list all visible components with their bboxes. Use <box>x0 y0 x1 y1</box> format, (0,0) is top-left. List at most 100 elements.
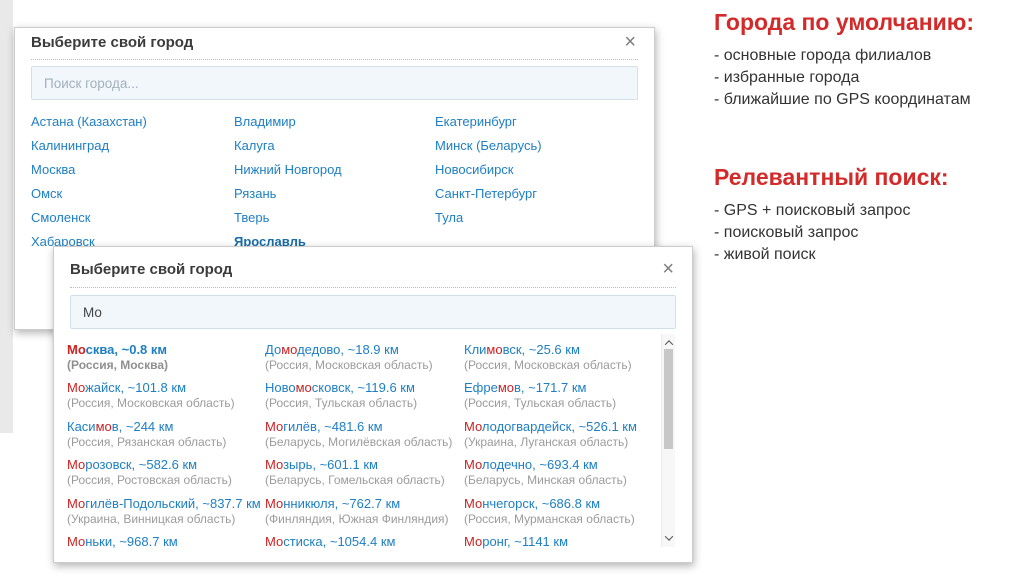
result-city-link[interactable]: Мончегорск, ~686.8 км <box>464 496 637 512</box>
result-city-link[interactable]: Мозырь, ~601.1 км <box>265 457 452 473</box>
search-result-item: Молодечно, ~693.4 км(Беларусь, Минская о… <box>464 457 637 488</box>
query-match-highlight: мо <box>96 419 112 434</box>
query-match-highlight: Мо <box>67 342 86 357</box>
result-city-link[interactable]: Новомосковск, ~119.6 км <box>265 380 452 396</box>
city-link[interactable]: Минск (Беларусь) <box>435 134 542 158</box>
result-region: (Беларусь, Гомельская область) <box>265 473 452 488</box>
city-name-prefix: Кли <box>464 342 486 357</box>
result-city-link[interactable]: Молодечно, ~693.4 км <box>464 457 637 473</box>
close-icon[interactable]: × <box>622 33 638 51</box>
panel-heading: Города по умолчанию: <box>714 8 1016 36</box>
search-results-list: Москва, ~0.8 км(Россия, Москва)Можайск, … <box>54 342 692 562</box>
result-city-link[interactable]: Можайск, ~101.8 км <box>67 380 261 396</box>
city-name-suffix-distance: стиска, ~1054.4 км <box>283 534 395 549</box>
search-result-item: Молодогвардейск, ~526.1 км(Украина, Луга… <box>464 419 637 450</box>
query-match-highlight: Мо <box>464 496 482 511</box>
result-city-link[interactable]: Домодедово, ~18.9 км <box>265 342 452 358</box>
scrollbar-thumb[interactable] <box>664 349 673 449</box>
panel-heading: Релевантный поиск: <box>714 163 1016 191</box>
result-city-link[interactable]: Монникюля, ~762.7 км <box>265 496 452 512</box>
result-city-link[interactable]: Моньки, ~968.7 км <box>67 534 261 550</box>
city-search-input[interactable] <box>31 66 638 100</box>
result-city-link[interactable]: Касимов, ~244 км <box>67 419 261 435</box>
scroll-up-icon[interactable] <box>662 336 675 350</box>
close-icon[interactable]: × <box>660 260 676 278</box>
result-city-link[interactable]: Ефремов, ~171.7 км <box>464 380 637 396</box>
modal-title: Выберите свой город <box>31 33 193 53</box>
query-match-highlight: Мо <box>67 457 85 472</box>
modal-title: Выберите свой город <box>70 260 232 280</box>
city-link[interactable]: Нижний Новгород <box>234 158 342 182</box>
query-match-highlight: Мо <box>265 457 283 472</box>
result-column: Климовск, ~25.6 км(Россия, Московская об… <box>464 342 637 557</box>
city-link[interactable]: Тверь <box>234 206 342 230</box>
chevron-up-icon <box>664 340 672 348</box>
city-link[interactable]: Санкт-Петербург <box>435 182 542 206</box>
city-link[interactable]: Екатеринбург <box>435 110 542 134</box>
city-name-suffix-distance: розовск, ~582.6 км <box>85 457 197 472</box>
panel-list-item: - GPS + поисковый запрос <box>714 200 1016 222</box>
query-match-highlight: Мо <box>265 496 283 511</box>
city-link[interactable]: Смоленск <box>31 206 147 230</box>
result-city-link[interactable]: Моронг, ~1141 км <box>464 534 637 550</box>
city-name-suffix-distance: сковск, ~119.6 км <box>312 380 415 395</box>
query-match-highlight: Мо <box>464 419 482 434</box>
city-link[interactable]: Тула <box>435 206 542 230</box>
chevron-down-icon <box>664 532 672 540</box>
results-scrollbar[interactable] <box>661 334 675 547</box>
result-city-link[interactable]: Москва, ~0.8 км <box>67 342 261 358</box>
city-name-suffix-distance: нчегорск, ~686.8 км <box>482 496 600 511</box>
result-region: (Украина, Винницкая область) <box>67 512 261 527</box>
result-column: Домодедово, ~18.9 км(Россия, Московская … <box>265 342 452 557</box>
city-name-suffix-distance: ньки, ~968.7 км <box>85 534 178 549</box>
page-edge-strip <box>0 0 13 433</box>
result-city-link[interactable]: Молодогвардейск, ~526.1 км <box>464 419 637 435</box>
city-search-input[interactable] <box>70 295 676 329</box>
city-link[interactable]: Владимир <box>234 110 342 134</box>
result-region: (Россия, Тульская область) <box>464 396 637 411</box>
title-separator <box>31 59 638 60</box>
result-column: Москва, ~0.8 км(Россия, Москва)Можайск, … <box>67 342 261 557</box>
panel-list-item: - живой поиск <box>714 244 1016 266</box>
city-link[interactable]: Омск <box>31 182 147 206</box>
city-link[interactable]: Калининград <box>31 134 147 158</box>
result-city-link[interactable]: Могилёв-Подольский, ~837.7 км <box>67 496 261 512</box>
city-link[interactable]: Рязань <box>234 182 342 206</box>
result-region: (Россия, Московская область) <box>67 396 261 411</box>
city-name-prefix: До <box>265 342 281 357</box>
title-separator <box>70 287 676 288</box>
result-city-link[interactable]: Мостиска, ~1054.4 км <box>265 534 452 550</box>
result-region: (Россия, Московская область) <box>265 358 452 373</box>
search-result-item: Можайск, ~101.8 км(Россия, Московская об… <box>67 380 261 411</box>
city-name-suffix-distance: дедово, ~18.9 км <box>297 342 399 357</box>
search-result-item: Касимов, ~244 км(Россия, Рязанская облас… <box>67 419 261 450</box>
query-match-highlight: Мо <box>265 534 283 549</box>
city-name-suffix-distance: сква, ~0.8 км <box>86 342 167 357</box>
result-city-link[interactable]: Могилёв, ~481.6 км <box>265 419 452 435</box>
city-link[interactable]: Астана (Казахстан) <box>31 110 147 134</box>
result-region: (Россия, Московская область) <box>464 358 637 373</box>
city-link[interactable]: Москва <box>31 158 147 182</box>
panel-list-item: - основные города филиалов <box>714 45 1016 67</box>
result-city-link[interactable]: Климовск, ~25.6 км <box>464 342 637 358</box>
city-link[interactable]: Калуга <box>234 134 342 158</box>
scroll-down-icon[interactable] <box>662 531 675 545</box>
search-result-item: Могилёв-Подольский, ~837.7 км(Украина, В… <box>67 496 261 527</box>
city-name-suffix-distance: в, ~244 км <box>112 419 174 434</box>
search-result-item: Моньки, ~968.7 км <box>67 534 261 550</box>
city-name-suffix-distance: лодечно, ~693.4 км <box>482 457 598 472</box>
city-name-suffix-distance: гилёв-Подольский, ~837.7 км <box>85 496 261 511</box>
search-result-item: Климовск, ~25.6 км(Россия, Московская об… <box>464 342 637 373</box>
panel-list-item: - ближайшие по GPS координатам <box>714 89 1016 111</box>
query-match-highlight: мо <box>281 342 297 357</box>
result-city-link[interactable]: Морозовск, ~582.6 км <box>67 457 261 473</box>
city-name-prefix: Каси <box>67 419 96 434</box>
city-column: ВладимирКалугаНижний НовгородРязаньТверь… <box>234 110 342 254</box>
city-link[interactable]: Новосибирск <box>435 158 542 182</box>
search-result-item: Мончегорск, ~686.8 км(Россия, Мурманская… <box>464 496 637 527</box>
query-match-highlight: Мо <box>67 534 85 549</box>
city-name-suffix-distance: гилёв, ~481.6 км <box>283 419 382 434</box>
modal-header: Выберите свой город × <box>54 247 692 280</box>
panel-section: Города по умолчанию: - основные города фи… <box>714 8 1016 111</box>
query-match-highlight: мо <box>498 380 514 395</box>
